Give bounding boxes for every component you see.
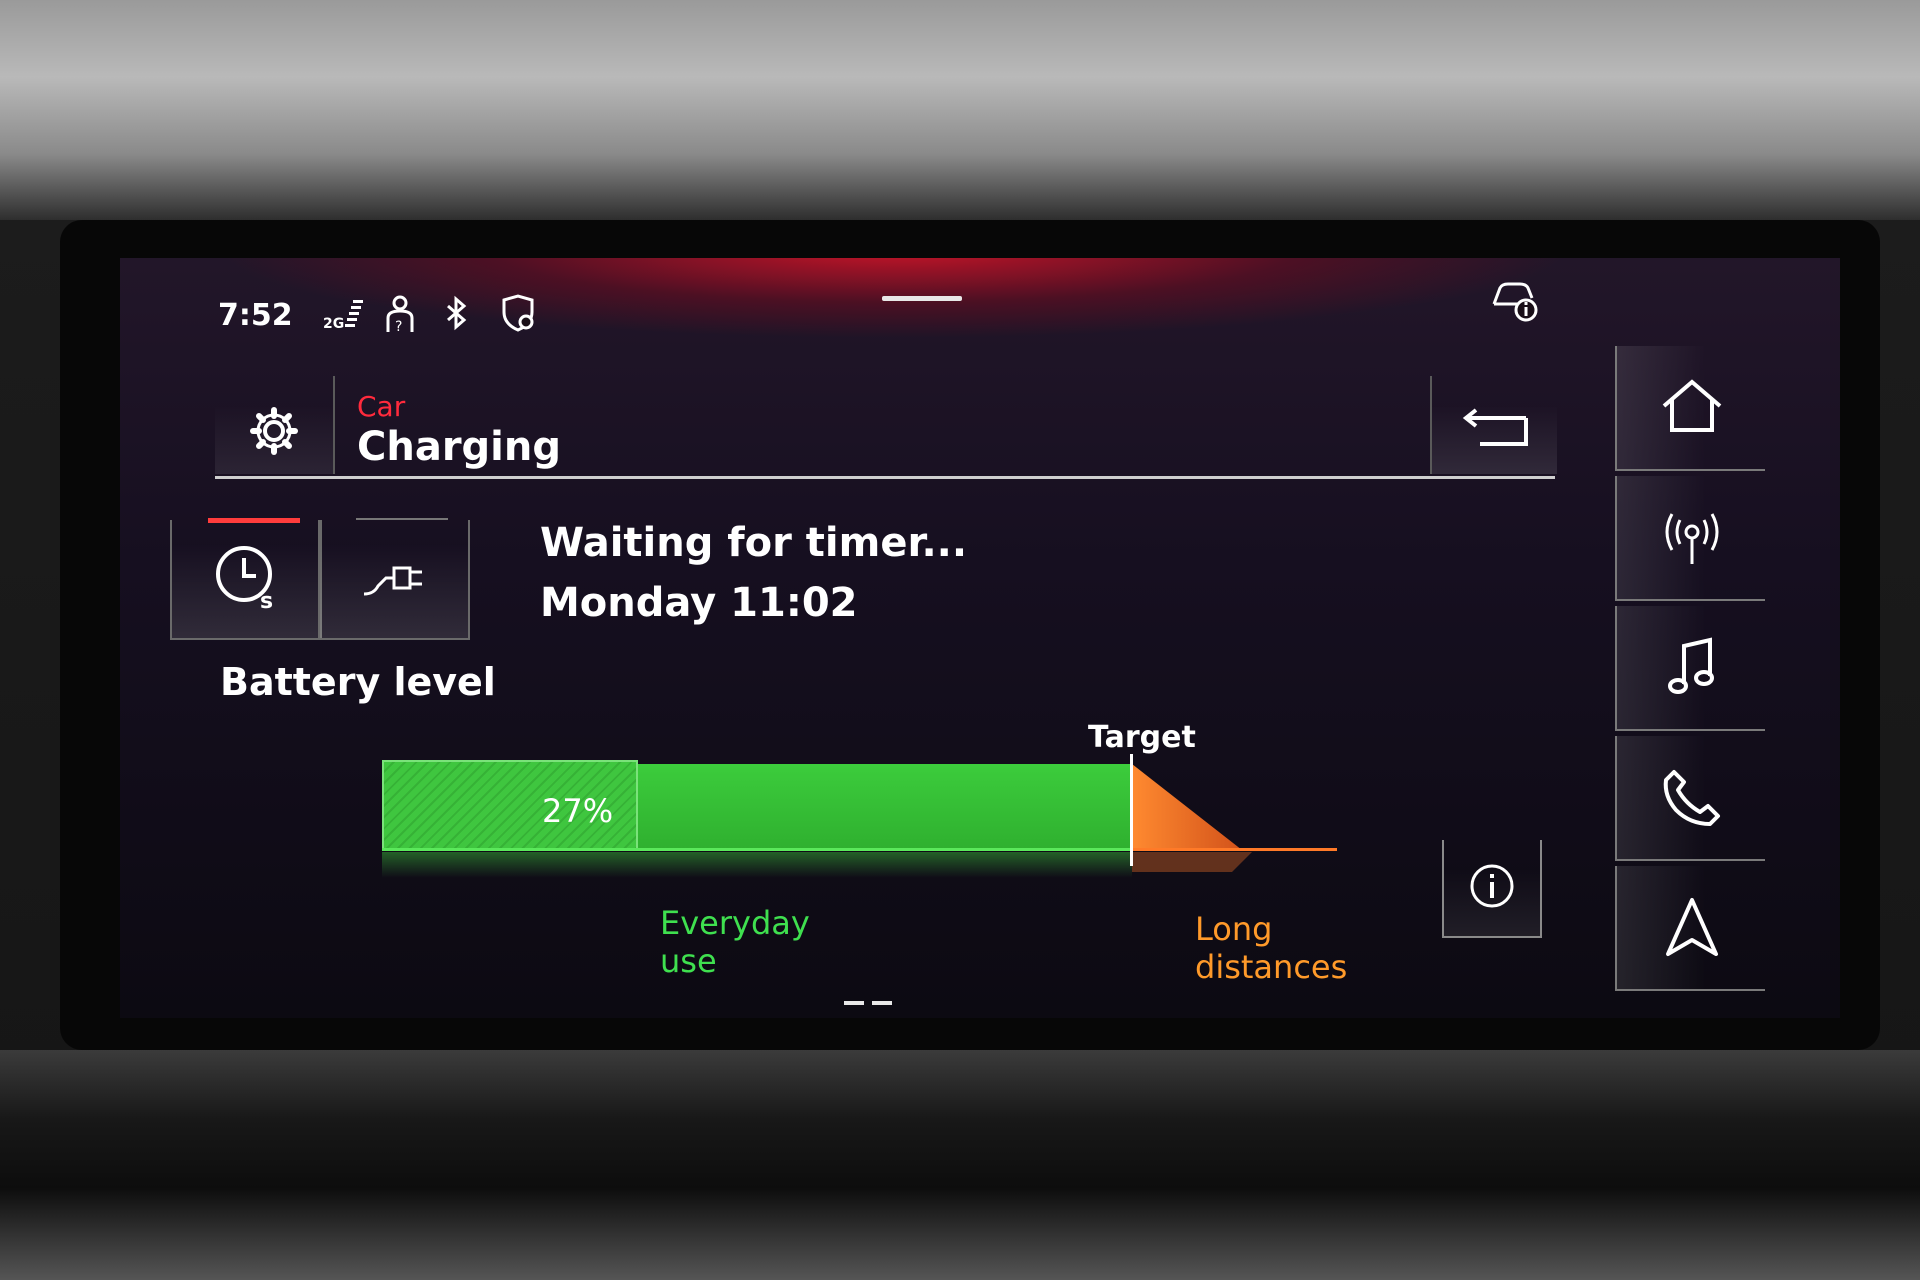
nav-navigation-button[interactable] xyxy=(1615,866,1765,991)
dashboard-trim-top xyxy=(0,0,1920,220)
long-distance-baseline xyxy=(1132,848,1337,851)
navigation-icon xyxy=(1666,898,1718,956)
battery-reflection xyxy=(382,852,1132,878)
nav-home-button[interactable] xyxy=(1615,346,1765,471)
target-marker[interactable] xyxy=(1130,754,1133,866)
battery-everyday-zone xyxy=(638,764,1130,850)
target-label: Target xyxy=(1088,720,1196,755)
info-icon xyxy=(1470,864,1514,908)
dashboard-trim-bottom xyxy=(0,1050,1920,1280)
nav-phone-button[interactable] xyxy=(1615,736,1765,861)
home-icon xyxy=(1662,379,1722,432)
nav-media-button[interactable] xyxy=(1615,606,1765,731)
info-button[interactable] xyxy=(1442,840,1542,938)
battery-baseline xyxy=(382,848,1132,851)
infotainment-screen: 7:52 2G ? Car Charging s Waiting for tim… xyxy=(120,258,1840,1018)
phone-icon xyxy=(1663,770,1720,826)
zone-label-everyday: Everyday use xyxy=(660,904,810,980)
page-dot xyxy=(844,1001,864,1005)
music-icon xyxy=(1668,637,1714,694)
side-navigation xyxy=(1615,346,1775,991)
battery-level-gauge[interactable]: 27% Target xyxy=(120,258,1840,1018)
zone-label-long-distances: Long distances xyxy=(1195,910,1348,986)
nav-radio-button[interactable] xyxy=(1615,476,1765,601)
battery-long-distance-zone xyxy=(1132,764,1252,872)
page-dot xyxy=(872,1001,892,1005)
radio-icon xyxy=(1665,513,1719,564)
page-indicator xyxy=(844,990,900,1009)
battery-percent-label: 27% xyxy=(542,792,614,830)
